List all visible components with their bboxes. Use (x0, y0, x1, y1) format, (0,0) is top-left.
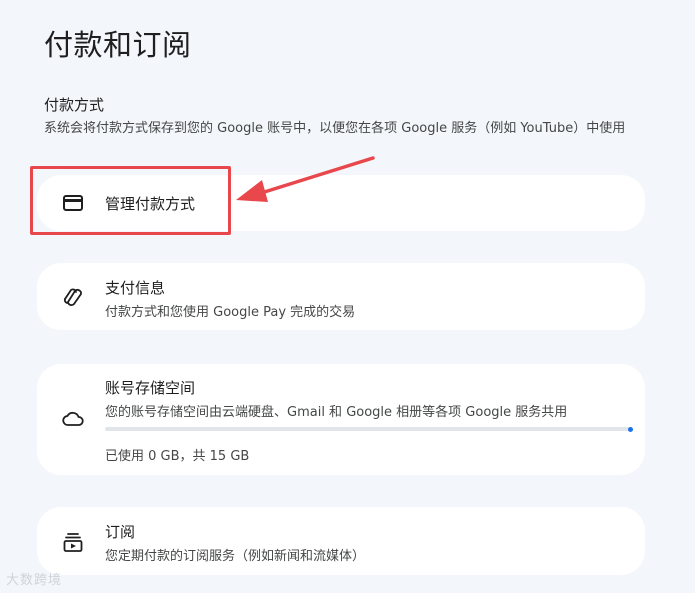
payment-info-card[interactable]: 支付信息 付款方式和您使用 Google Pay 完成的交易 (37, 263, 645, 330)
google-pay-icon (62, 286, 84, 308)
subscriptions-card[interactable]: 订阅 您定期付款的订阅服务（例如新闻和流媒体） (37, 507, 645, 575)
section-description: 系统会将付款方式保存到您的 Google 账号中，以便您在各项 Google 服… (44, 121, 626, 136)
manage-payment-methods-card[interactable]: 管理付款方式 (37, 175, 645, 231)
payment-info-subtitle: 付款方式和您使用 Google Pay 完成的交易 (105, 305, 356, 320)
page-title: 付款和订阅 (44, 28, 192, 62)
subscriptions-title: 订阅 (105, 523, 136, 541)
storage-usage-text: 已使用 0 GB，共 15 GB (105, 449, 250, 464)
credit-card-icon (62, 192, 84, 214)
account-storage-subtitle: 您的账号存储空间由云端硬盘、Gmail 和 Google 相册等各项 Googl… (105, 405, 568, 420)
storage-bar-end-dot (628, 426, 633, 432)
subscriptions-icon (62, 531, 84, 553)
watermark: 大数跨境 (6, 573, 63, 588)
manage-payment-methods-label: 管理付款方式 (105, 195, 196, 213)
cloud-icon (62, 408, 84, 430)
account-storage-title: 账号存储空间 (105, 379, 196, 397)
section-title-payment-methods: 付款方式 (44, 96, 105, 114)
account-storage-card[interactable]: 账号存储空间 您的账号存储空间由云端硬盘、Gmail 和 Google 相册等各… (37, 364, 645, 475)
subscriptions-subtitle: 您定期付款的订阅服务（例如新闻和流媒体） (105, 549, 366, 564)
payment-info-title: 支付信息 (105, 279, 166, 297)
storage-usage-bar (105, 426, 633, 432)
